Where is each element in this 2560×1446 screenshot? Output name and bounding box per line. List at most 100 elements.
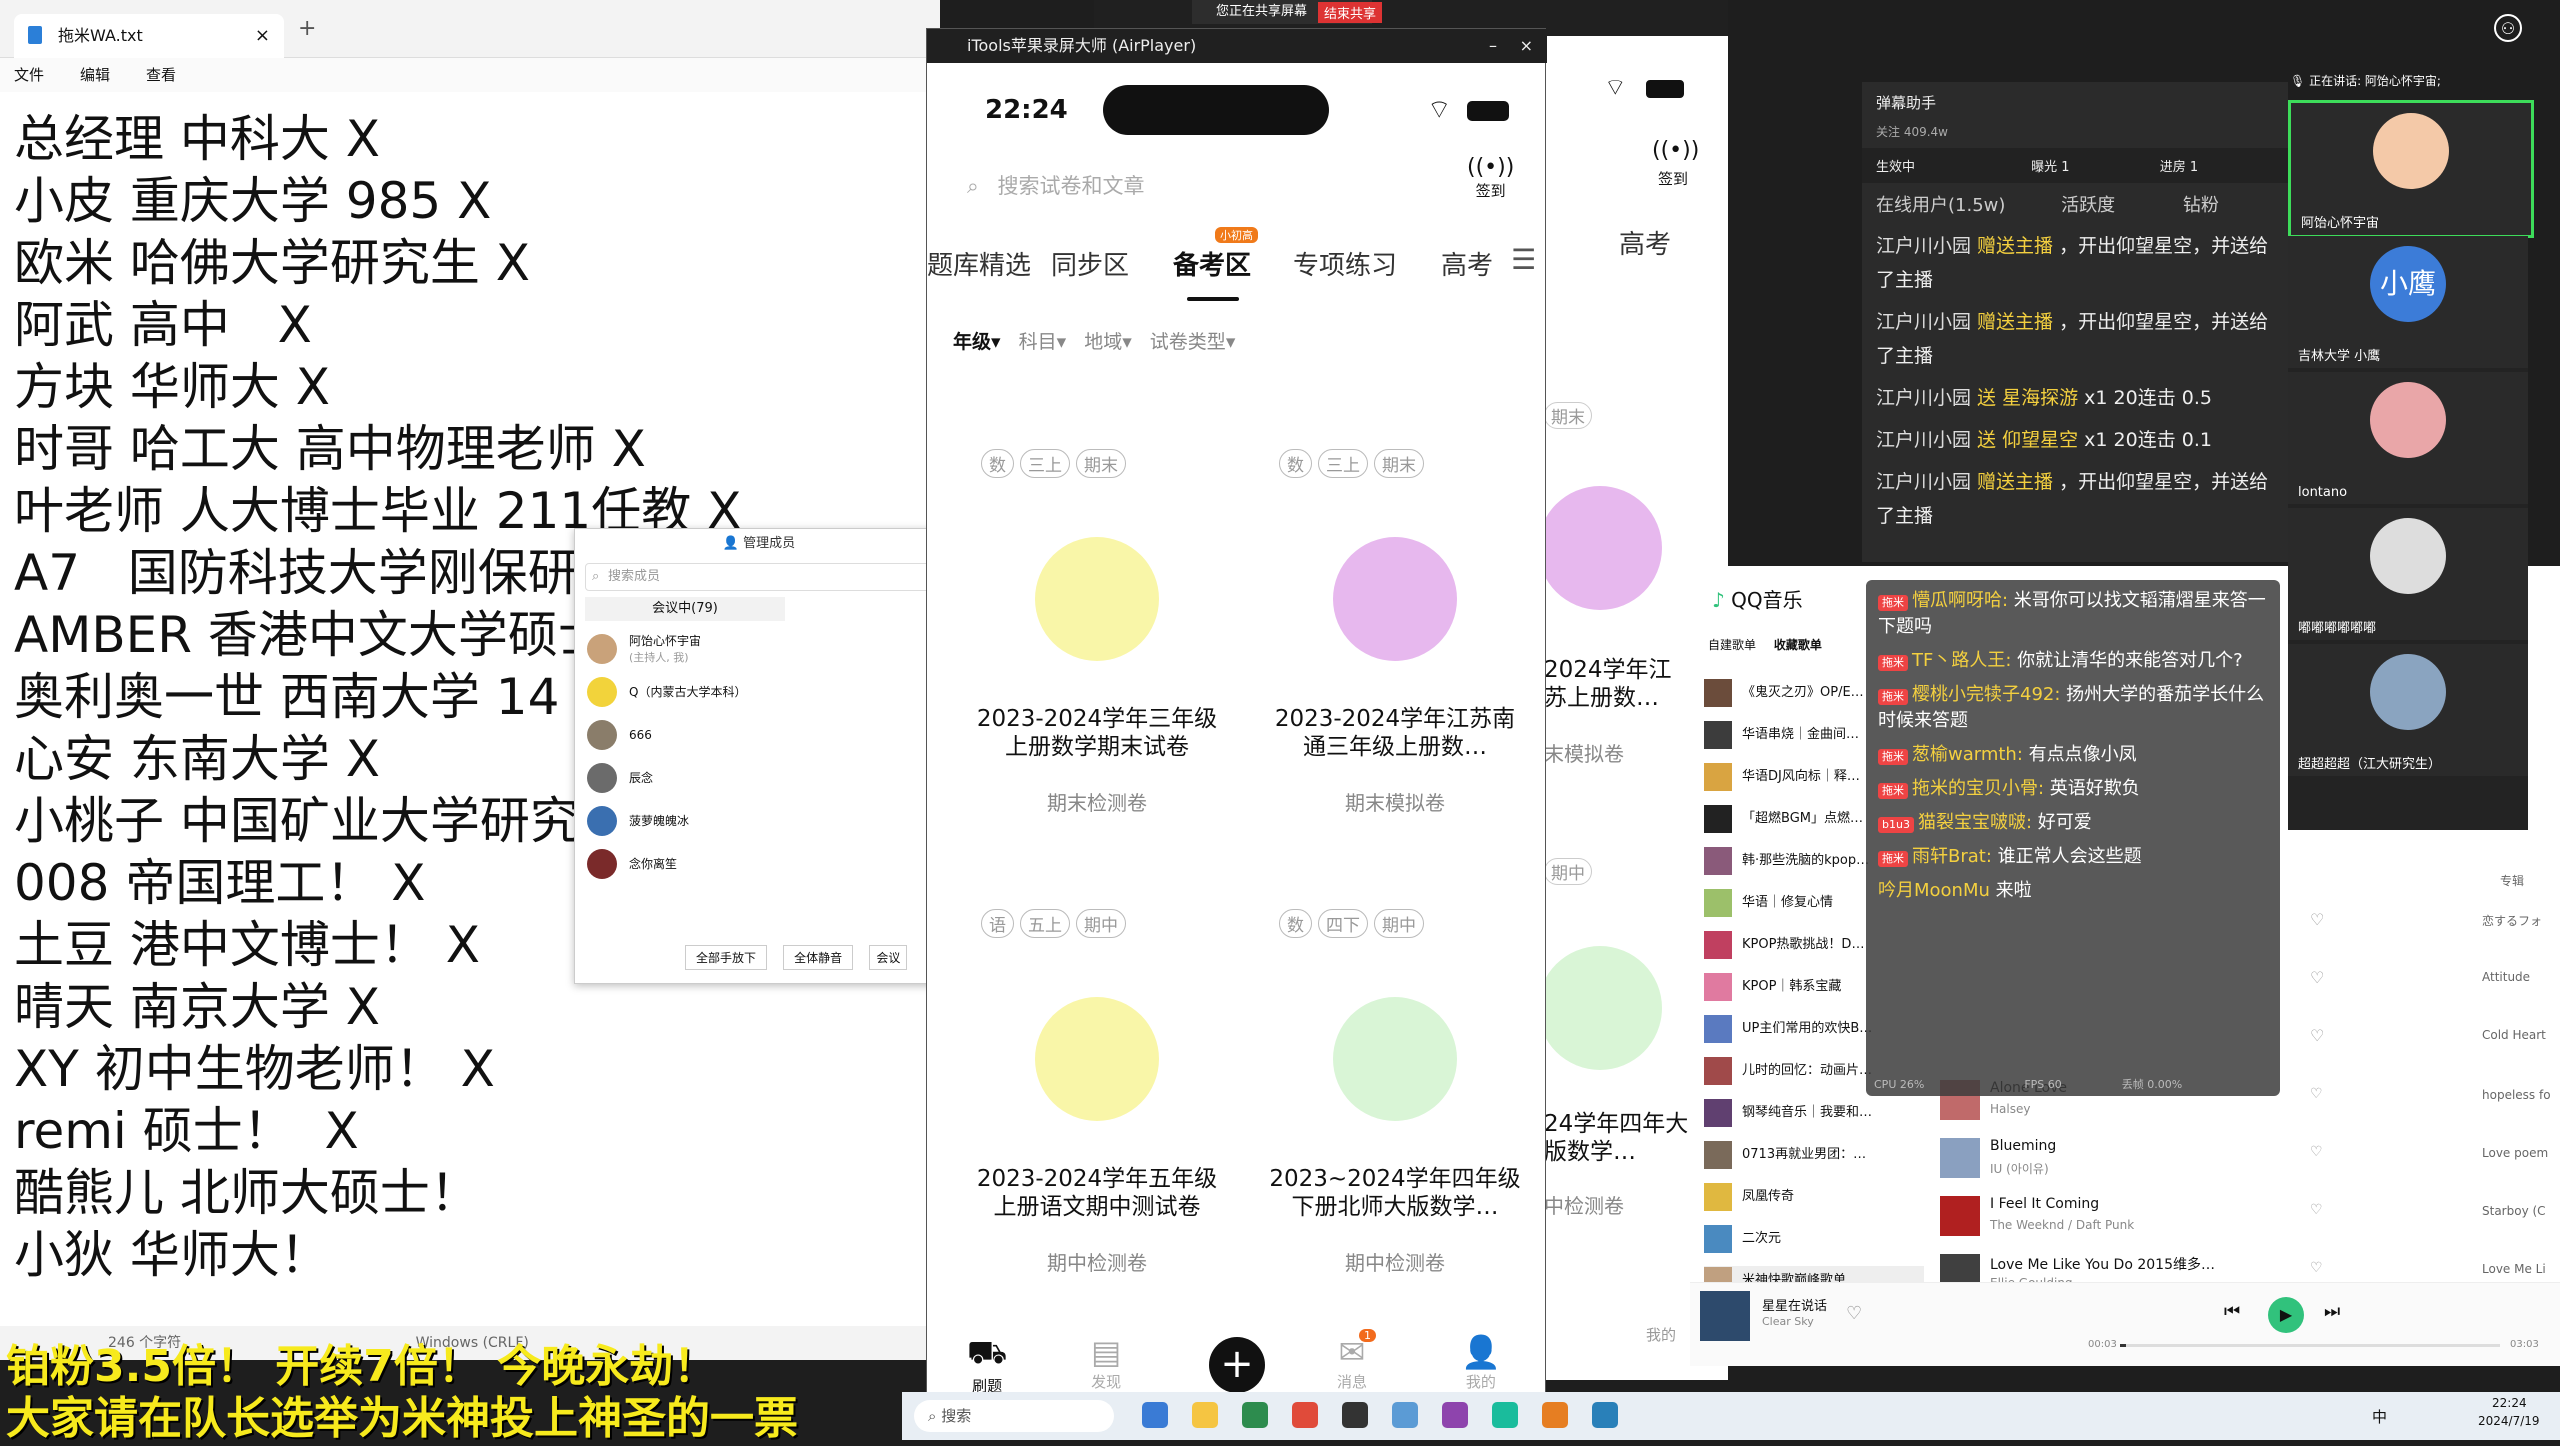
gift-feed: 江户川小园 赠送主播 ，开出仰望星空，并送给了主播 江户川小园 赠送主播 ，开出仰… xyxy=(1862,225,2288,537)
paper-card[interactable]: 数三上 期末 2023-2024学年江苏南通三年级上册数… 期末模拟卷 xyxy=(1265,449,1525,869)
taskbar-app-icon[interactable] xyxy=(1392,1402,1418,1428)
like-icon[interactable]: ♡ xyxy=(2310,910,2324,929)
playlist-item[interactable]: 0713再就业男团：… xyxy=(1704,1140,1924,1176)
mute-all-button[interactable]: 全体静音 xyxy=(783,945,854,970)
tab-special-practice[interactable]: 专项练习 xyxy=(1293,245,1397,282)
battery-icon xyxy=(1646,80,1684,98)
playlist-cover xyxy=(1704,720,1732,749)
song-row[interactable]: I Feel It Coming The Weeknd / Daft Punk ♡ S… xyxy=(1940,1190,2550,1244)
like-icon[interactable]: ♡ xyxy=(2310,968,2324,987)
playlist-cover xyxy=(1704,972,1732,1001)
paper-card[interactable]: 数四下 期中 2023~2024学年四年级下册北师大版数学… 期中检测卷 xyxy=(1265,909,1525,1329)
member-row[interactable]: 念你离笙 xyxy=(575,842,943,885)
taskbar-app-icon[interactable] xyxy=(1342,1402,1368,1428)
playlist-tabs: 自建歌单 收藏歌单 xyxy=(1708,638,1822,652)
play-button[interactable]: ▶ xyxy=(2268,1297,2304,1333)
member-name: 念你离笙 xyxy=(629,857,678,871)
participant-tile[interactable]: 嘟嘟嘟嘟嘟嘟 xyxy=(2288,508,2528,640)
qq-music-logo: ♪ QQ音乐 xyxy=(1712,588,1803,612)
participant-tile[interactable]: 阿饴心怀宇宙 xyxy=(2288,100,2534,238)
notepad-menubar: 文件 编辑 查看 xyxy=(0,58,940,92)
participant-tile[interactable]: 超超超超（江大研究生） xyxy=(2288,644,2528,776)
itools-airplayer-window: iTools苹果录屏大师 (AirPlayer) – × 22:24 ⌔ ⌕ 搜… xyxy=(926,28,1547,1423)
member-row[interactable]: 阿饴心怀宇宙 (主持人, 我) xyxy=(575,627,943,670)
menu-view[interactable]: 查看 xyxy=(146,58,176,92)
paper-card[interactable]: 语五上 期中 2023-2024学年五年级上册语文期中测试卷 期中检测卷 xyxy=(967,909,1227,1329)
filter-subject[interactable]: 科目 xyxy=(1019,331,1057,353)
participant-tile[interactable]: 小鹰 吉林大学 小鹰 xyxy=(2288,236,2528,368)
menu-file[interactable]: 文件 xyxy=(14,58,44,92)
song-row[interactable]: Blueming IU (아이유) ♡ Love poem xyxy=(1940,1132,2550,1186)
prev-icon[interactable]: ⏮ xyxy=(2224,1301,2240,1322)
filter-paper-type[interactable]: 试卷类型 xyxy=(1150,331,1226,353)
participant-avatar xyxy=(2370,654,2446,730)
playlist-item[interactable]: 二次元 xyxy=(1704,1224,1924,1260)
taskbar-app-icon[interactable] xyxy=(1242,1402,1268,1428)
tab-enter[interactable]: 进房 1 xyxy=(2160,160,2198,175)
taskbar-app-icon[interactable] xyxy=(1592,1402,1618,1428)
input-language[interactable]: 中 xyxy=(2372,1406,2387,1427)
card-tags: 语五上 期中 xyxy=(981,909,1132,938)
settings-icon[interactable]: ⚇ xyxy=(2494,14,2522,42)
taskbar-app-icon[interactable] xyxy=(1542,1402,1568,1428)
tab-exposure[interactable]: 曝光 1 xyxy=(2031,160,2069,175)
like-icon[interactable]: ♡ xyxy=(2310,1260,2323,1276)
lower-all-hands-button[interactable]: 全部手放下 xyxy=(685,945,768,970)
playlist-cover xyxy=(1704,1014,1732,1043)
tab-exam-prep[interactable]: 备考区 xyxy=(1173,245,1251,282)
tab-question-bank[interactable]: 题库精选 xyxy=(927,245,1031,282)
member-name-block: 辰念 xyxy=(629,769,653,786)
like-icon[interactable]: ♡ xyxy=(2310,1144,2323,1160)
filter-region[interactable]: 地域 xyxy=(1084,331,1122,353)
tab-active[interactable]: 生效中 xyxy=(1876,160,1915,175)
bg-card-sub1: 末模拟卷 xyxy=(1544,742,1624,766)
taskbar-app-icon[interactable] xyxy=(1192,1402,1218,1428)
nav-discover[interactable]: ▤ 发现 xyxy=(1091,1333,1121,1392)
participant-name: 超超超超（江大研究生） xyxy=(2298,757,2442,772)
tab-close-icon[interactable]: × xyxy=(255,14,270,58)
menu-icon[interactable]: ☰ xyxy=(1511,243,1536,276)
member-row[interactable]: 菠萝魄魄冰 xyxy=(575,799,943,842)
in-meeting-tab[interactable]: 会议中(79) xyxy=(585,597,785,621)
like-icon[interactable]: ♡ xyxy=(2310,1026,2324,1045)
tab-sync[interactable]: 同步区 xyxy=(1051,245,1129,282)
chat-user: 樱桃小完犊子492: xyxy=(1912,684,2061,705)
chat-line: b1u3 猫裂宝宝啵啵: 好可爱 xyxy=(1866,806,2280,840)
like-icon[interactable]: ♡ xyxy=(2310,1202,2323,1218)
like-icon[interactable]: ♡ xyxy=(2310,1086,2323,1102)
chat-user: 吟月MoonMu xyxy=(1878,880,1990,901)
taskbar-search[interactable]: ⌕ 搜索 xyxy=(914,1400,1114,1432)
progress-bar[interactable] xyxy=(2120,1344,2500,1347)
playlist-cover xyxy=(1704,804,1732,833)
signal-icon: ((•)) xyxy=(1652,138,1700,163)
menu-edit[interactable]: 编辑 xyxy=(80,58,110,92)
like-icon[interactable]: ♡ xyxy=(1846,1303,1862,1324)
paper-card[interactable]: 数三上 期末 2023-2024学年三年级上册数学期末试卷 期末检测卷 xyxy=(967,449,1227,869)
card-tag: 期末 xyxy=(1374,449,1424,478)
nav-practice[interactable]: ⛟ 刷题 xyxy=(967,1333,1007,1396)
nav-messages[interactable]: ✉ 消息 1 xyxy=(1337,1329,1376,1392)
nav-me[interactable]: 👤 我的 xyxy=(1461,1333,1501,1392)
taskbar-app-icon[interactable] xyxy=(1492,1402,1518,1428)
taskbar-app-icon[interactable] xyxy=(1442,1402,1468,1428)
taskbar-app-icon[interactable] xyxy=(1142,1402,1168,1428)
playlist-item[interactable]: 钢琴纯音乐｜我要和… xyxy=(1704,1098,1924,1134)
filter-grade[interactable]: 年级 xyxy=(953,331,991,353)
more-button[interactable]: 会议 xyxy=(869,945,908,970)
participant-tile[interactable]: lontano xyxy=(2288,372,2528,504)
stop-share-button[interactable]: 结束共享 xyxy=(1318,2,1383,23)
notepad-file-icon xyxy=(28,26,42,44)
tab-gaokao[interactable]: 高考 xyxy=(1441,245,1493,282)
member-row[interactable]: Q（内蒙古大学本科） xyxy=(575,670,943,713)
member-row[interactable]: 辰念 xyxy=(575,756,943,799)
member-search-input[interactable]: ⌕ 搜索成员 xyxy=(585,563,933,591)
new-tab-icon[interactable]: + xyxy=(298,16,316,41)
taskbar-app-icon[interactable] xyxy=(1292,1402,1318,1428)
member-name: 666 xyxy=(629,727,652,742)
playlist-item[interactable]: 凤凰传奇 xyxy=(1704,1182,1924,1218)
member-row[interactable]: 666 xyxy=(575,713,943,756)
add-button[interactable]: + xyxy=(1209,1337,1265,1393)
taskbar-clock-time: 22:24 xyxy=(2492,1396,2527,1410)
next-icon[interactable]: ⏭ xyxy=(2324,1301,2340,1322)
notepad-tab[interactable]: 拖米WA.txt × xyxy=(14,14,284,58)
